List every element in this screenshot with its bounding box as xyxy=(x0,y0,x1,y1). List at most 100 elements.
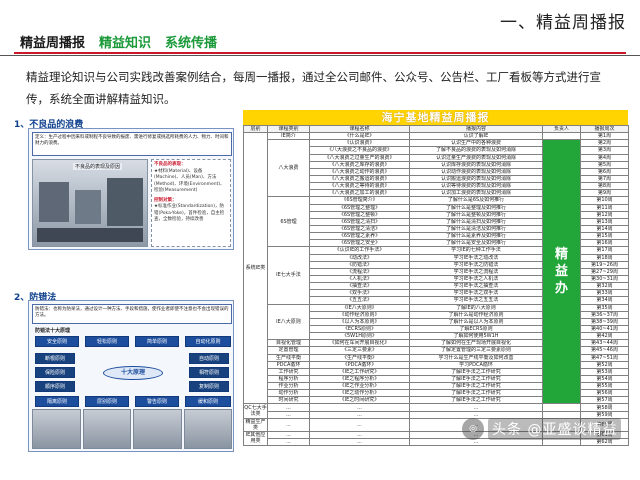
course-cell: 《6S管理之整理》 xyxy=(309,203,410,212)
course-cell: 《IE之时间研究》 xyxy=(309,396,410,405)
course-cell: ... xyxy=(309,403,410,412)
content-cell: 了解什么是整顿及如何推行 xyxy=(409,210,543,219)
content-cell: 认识搬运浪费的表现及如何消除 xyxy=(409,174,543,184)
content-cell: 学习IE手法之双手法 xyxy=(409,289,543,298)
poka-yoke-definition: 防错法：也称为防呆法，通过设计一种方法、手段和措施，使作业者即使不注意也不会出现… xyxy=(32,304,232,324)
content-cell: 学习IE手法之人机法 xyxy=(409,274,543,284)
content-cell: 了解IE的八大原则 xyxy=(409,303,543,312)
principle-box: 隔离原则 xyxy=(35,396,79,407)
week-cell: 第15周 xyxy=(580,232,629,241)
course-cell: 《IE之工作研究》 xyxy=(309,367,410,376)
week-cell: 第34周 xyxy=(580,296,629,305)
tab-weekly-broadcast[interactable]: 精益周播报 xyxy=(20,32,86,54)
content-cell: 了解IE手法之工作研究 xyxy=(409,367,543,376)
content-cell: 认识了解IE xyxy=(409,132,543,141)
course-cell: 《八大浪费之搬运的浪费》 xyxy=(309,174,410,184)
column-header: 播报内容 xyxy=(409,124,543,134)
content-cell: 认识动作浪费的表现及如何消除 xyxy=(409,167,543,176)
list-item: ★标准作业(Standardization)，防错(Poka-Yoke)，首件检… xyxy=(154,204,225,222)
week-cell: 第43~44周 xyxy=(580,339,629,348)
column-header: 层别 xyxy=(243,124,268,134)
course-cell: 《五五法》 xyxy=(309,296,410,305)
principle-box: 相符原则 xyxy=(189,367,229,378)
principle-box: 自动原则 xyxy=(189,353,229,364)
module-cell: IE八大原则 xyxy=(267,303,310,341)
owner-cell: 精益办 xyxy=(542,139,581,405)
header-divider-gray xyxy=(0,55,640,56)
principles-subtitle: 防错法十大原理 xyxy=(35,328,71,334)
content-cell: 了解什么是安全及如何推行 xyxy=(409,239,543,248)
tab-lean-knowledge[interactable]: 精益知识 xyxy=(99,32,151,54)
machine-shape xyxy=(75,190,101,224)
module-cell: ... xyxy=(267,410,310,419)
principle-box: 保险原则 xyxy=(35,367,75,378)
content-cell: ... xyxy=(409,403,543,412)
course-cell: 《流程法》 xyxy=(309,267,410,276)
principle-box: 层别原则 xyxy=(85,396,129,407)
course-cell: 《6S管理简介》 xyxy=(309,196,410,205)
principle-box: 顺序原则 xyxy=(35,381,75,392)
content-cell: 学习IE手法之抽查法 xyxy=(409,282,543,291)
week-cell: 第42周 xyxy=(580,332,629,341)
schedule-table: 层别 课程类别 课程名称 播报内容 负责人 播报周次 系统IE类 IE简介 《什么是… xyxy=(243,124,629,447)
defect-definition: 定义：生产过程中因来料或制程不良导致的报废、需进行修复或挑选所耗费的人力、物力、… xyxy=(32,132,232,156)
content-cell: 学习IE手法之动改法 xyxy=(409,253,543,262)
course-cell: 《6S管理之清洁》 xyxy=(309,224,410,234)
category-cell: 系统IE类 xyxy=(243,132,268,405)
course-cell: 《IE八大原则》 xyxy=(309,303,410,312)
column-header: 负责人 xyxy=(542,124,581,134)
principle-box: 复制原则 xyxy=(189,381,229,392)
content-cell: 了解如何使用5W1H xyxy=(409,332,543,341)
module-cell: 八大浪费 xyxy=(267,139,310,198)
course-cell: 《八大浪费之等待的浪费》 xyxy=(309,182,410,191)
poka-yoke-panel: 防错法：也称为防呆法，通过设计一种方法、手段和措施，使作业者即使不注意也不会出现… xyxy=(28,300,234,452)
machine-shape xyxy=(39,182,69,222)
principle-box: 缓和原则 xyxy=(185,396,231,407)
module-cell: 工作研究 xyxy=(267,367,310,376)
content-cell: 了解什么是整理及如何推行 xyxy=(409,203,543,212)
week-cell: 第7周 xyxy=(580,174,629,184)
content-cell: 认识库存浪费的表现及如何消除 xyxy=(409,160,543,169)
photo-label: 不良品的表现及原因 xyxy=(73,163,123,170)
header-divider-red xyxy=(14,52,626,54)
week-cell: 第47~51周 xyxy=(580,353,629,362)
week-cell: 第3周 xyxy=(580,146,629,155)
week-cell: 第14周 xyxy=(580,224,629,234)
week-cell: 第56周 xyxy=(580,389,629,398)
module-cell: 时间研究 xyxy=(267,396,310,405)
week-cell: 第19~26周 xyxy=(580,260,629,269)
principle-box: 断根原则 xyxy=(35,353,75,364)
week-cell: 第38~39周 xyxy=(580,317,629,326)
watermark: 头条 @亚盛谈精益 xyxy=(488,418,622,440)
content-cell: 认识生产中的各种浪费 xyxy=(409,139,543,148)
week-cell: 第11周 xyxy=(580,203,629,212)
content-cell: 了解什么是动作经济原则 xyxy=(409,310,543,319)
week-cell: 第10周 xyxy=(580,196,629,205)
content-cell: 了解不良品的浪费的表现及如何消除 xyxy=(409,146,543,155)
course-cell: 《八大浪费之过量生产的浪费》 xyxy=(309,153,410,162)
week-cell: 第35周 xyxy=(580,303,629,312)
course-cell: ... xyxy=(309,437,410,447)
module-cell: 程序分析 xyxy=(267,374,310,384)
week-cell: 第13周 xyxy=(580,217,629,226)
course-cell: 《ECRS原则》 xyxy=(309,324,410,334)
course-cell: 《6S管理之整顿》 xyxy=(309,210,410,219)
content-cell: 了解什么是以人为本原则 xyxy=(409,317,543,326)
module-cell: 定置管理 xyxy=(267,346,310,355)
content-cell: 学习IE手法之防错法 xyxy=(409,260,543,269)
week-cell: 第54周 xyxy=(580,374,629,384)
table-row: 系统IE类 IE简介 《什么是IE》 认识了解IE 第1周 xyxy=(243,132,629,405)
category-cell: QC七大手法类 xyxy=(243,403,268,419)
course-cell: 《八大浪费之动作的浪费》 xyxy=(309,167,410,176)
content-cell: 了解IE手法之工作研究 xyxy=(409,396,543,405)
tab-system-spread[interactable]: 系统传播 xyxy=(165,32,217,54)
course-cell: 《三定三要素》 xyxy=(309,346,410,355)
course-cell: 《6S管理之清扫》 xyxy=(309,217,410,226)
week-cell: 第27~29周 xyxy=(580,267,629,276)
principle-box: 安全原则 xyxy=(35,336,79,347)
content-cell: 学习PDCA循环 xyxy=(409,360,543,369)
course-cell: ... xyxy=(309,410,410,419)
week-cell: 第5周 xyxy=(580,160,629,169)
principle-box: 警告原则 xyxy=(135,396,179,407)
intro-paragraph: 精益理论知识与公司实践改善案例结合，每周一播报，通过全公司邮件、公众号、公告栏、… xyxy=(26,70,601,106)
